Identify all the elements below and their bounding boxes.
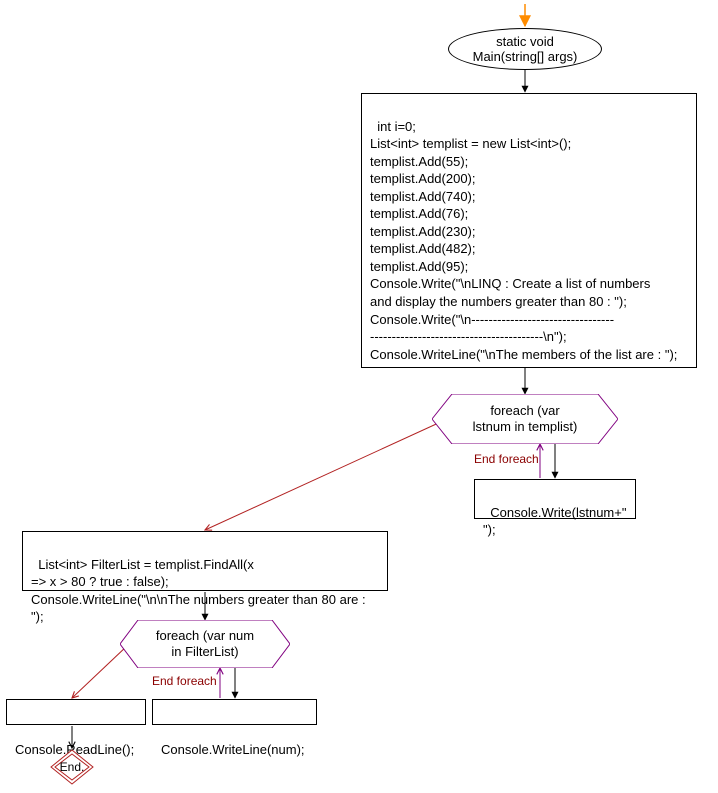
foreach-filterlist-body: Console.WriteLine(num); [152, 699, 317, 725]
foreach-filterlist-hexagon: foreach (var num in FilterList) [120, 620, 290, 668]
foreach-filterlist-label: foreach (var num in FilterList) [120, 620, 290, 668]
readline-block: Console.ReadLine(); [6, 699, 146, 725]
foreach-templist-body: Console.Write(lstnum+" "); [474, 479, 636, 519]
filter-code-block: List<int> FilterList = templist.FindAll(… [22, 531, 388, 591]
end-foreach-label-2: End foreach [152, 674, 217, 688]
foreach-templist-label: foreach (var lstnum in templist) [432, 394, 618, 444]
end-terminal: End. [50, 749, 94, 785]
foreach-templist-hexagon: foreach (var lstnum in templist) [432, 394, 618, 444]
end-terminal-label: End. [50, 749, 94, 785]
foreach-templist-body-text: Console.Write(lstnum+" "); [483, 505, 626, 538]
init-code-text: int i=0; List<int> templist = new List<i… [370, 119, 677, 362]
start-terminal-label: static void Main(string[] args) [473, 34, 578, 64]
filter-code-text: List<int> FilterList = templist.FindAll(… [31, 557, 369, 625]
foreach-filterlist-body-text: Console.WriteLine(num); [161, 742, 305, 757]
end-foreach-label-1: End foreach [474, 452, 539, 466]
start-terminal: static void Main(string[] args) [448, 28, 602, 70]
init-code-block: int i=0; List<int> templist = new List<i… [361, 93, 697, 368]
